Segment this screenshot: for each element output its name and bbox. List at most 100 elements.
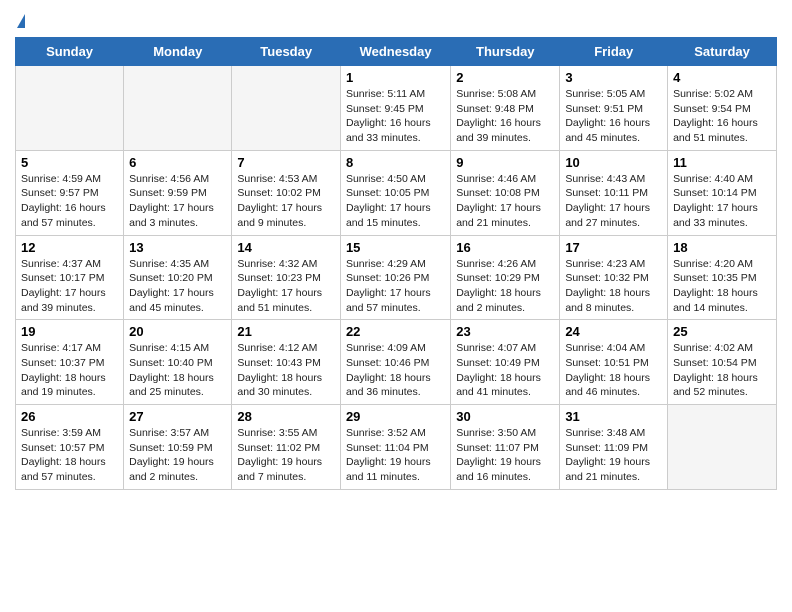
calendar-cell bbox=[16, 66, 124, 151]
day-info: Sunrise: 4:53 AMSunset: 10:02 PMDaylight… bbox=[237, 172, 335, 231]
day-info: Sunrise: 4:02 AMSunset: 10:54 PMDaylight… bbox=[673, 341, 771, 400]
day-info: Sunrise: 4:32 AMSunset: 10:23 PMDaylight… bbox=[237, 257, 335, 316]
calendar-header-row: SundayMondayTuesdayWednesdayThursdayFrid… bbox=[16, 38, 777, 66]
day-info: Sunrise: 4:15 AMSunset: 10:40 PMDaylight… bbox=[129, 341, 226, 400]
day-number: 25 bbox=[673, 324, 771, 339]
day-info: Sunrise: 3:48 AMSunset: 11:09 PMDaylight… bbox=[565, 426, 662, 485]
day-number: 12 bbox=[21, 240, 118, 255]
calendar-cell: 16 Sunrise: 4:26 AMSunset: 10:29 PMDaylig… bbox=[451, 235, 560, 320]
day-info: Sunrise: 4:07 AMSunset: 10:49 PMDaylight… bbox=[456, 341, 554, 400]
logo-triangle-icon bbox=[17, 14, 25, 28]
day-number: 23 bbox=[456, 324, 554, 339]
calendar-cell: 4 Sunrise: 5:02 AMSunset: 9:54 PMDaylight… bbox=[668, 66, 777, 151]
day-number: 31 bbox=[565, 409, 662, 424]
day-info: Sunrise: 3:55 AMSunset: 11:02 PMDaylight… bbox=[237, 426, 335, 485]
day-number: 26 bbox=[21, 409, 118, 424]
day-info: Sunrise: 4:20 AMSunset: 10:35 PMDaylight… bbox=[673, 257, 771, 316]
day-info: Sunrise: 4:37 AMSunset: 10:17 PMDaylight… bbox=[21, 257, 118, 316]
day-info: Sunrise: 5:08 AMSunset: 9:48 PMDaylight:… bbox=[456, 87, 554, 146]
calendar-table: SundayMondayTuesdayWednesdayThursdayFrid… bbox=[15, 37, 777, 490]
day-number: 14 bbox=[237, 240, 335, 255]
day-number: 10 bbox=[565, 155, 662, 170]
day-info: Sunrise: 5:05 AMSunset: 9:51 PMDaylight:… bbox=[565, 87, 662, 146]
day-number: 7 bbox=[237, 155, 335, 170]
day-info: Sunrise: 5:02 AMSunset: 9:54 PMDaylight:… bbox=[673, 87, 771, 146]
calendar-week-row: 19 Sunrise: 4:17 AMSunset: 10:37 PMDaylig… bbox=[16, 320, 777, 405]
calendar-cell: 21 Sunrise: 4:12 AMSunset: 10:43 PMDaylig… bbox=[232, 320, 341, 405]
calendar-cell: 23 Sunrise: 4:07 AMSunset: 10:49 PMDaylig… bbox=[451, 320, 560, 405]
calendar-week-row: 1Sunrise: 5:11 AMSunset: 9:45 PMDaylight… bbox=[16, 66, 777, 151]
day-number: 11 bbox=[673, 155, 771, 170]
day-number: 29 bbox=[346, 409, 445, 424]
calendar-cell: 28 Sunrise: 3:55 AMSunset: 11:02 PMDaylig… bbox=[232, 405, 341, 490]
day-info: Sunrise: 4:46 AMSunset: 10:08 PMDaylight… bbox=[456, 172, 554, 231]
day-number: 28 bbox=[237, 409, 335, 424]
calendar-cell: 11Sunrise: 4:40 AMSunset: 10:14 PMDaylig… bbox=[668, 150, 777, 235]
calendar-week-row: 26 Sunrise: 3:59 AMSunset: 10:57 PMDaylig… bbox=[16, 405, 777, 490]
day-number: 13 bbox=[129, 240, 226, 255]
calendar-day-header: Saturday bbox=[668, 38, 777, 66]
calendar-day-header: Thursday bbox=[451, 38, 560, 66]
day-number: 17 bbox=[565, 240, 662, 255]
day-info: Sunrise: 4:26 AMSunset: 10:29 PMDaylight… bbox=[456, 257, 554, 316]
header bbox=[15, 10, 777, 29]
day-info: Sunrise: 4:09 AMSunset: 10:46 PMDaylight… bbox=[346, 341, 445, 400]
calendar-cell: 3 Sunrise: 5:05 AMSunset: 9:51 PMDaylight… bbox=[560, 66, 668, 151]
calendar-day-header: Tuesday bbox=[232, 38, 341, 66]
day-number: 3 bbox=[565, 70, 662, 85]
calendar-cell: 26 Sunrise: 3:59 AMSunset: 10:57 PMDaylig… bbox=[16, 405, 124, 490]
calendar-cell: 5Sunrise: 4:59 AMSunset: 9:57 PMDaylight… bbox=[16, 150, 124, 235]
calendar-cell: 19 Sunrise: 4:17 AMSunset: 10:37 PMDaylig… bbox=[16, 320, 124, 405]
day-info: Sunrise: 4:17 AMSunset: 10:37 PMDaylight… bbox=[21, 341, 118, 400]
day-number: 20 bbox=[129, 324, 226, 339]
calendar-cell: 14 Sunrise: 4:32 AMSunset: 10:23 PMDaylig… bbox=[232, 235, 341, 320]
day-info: Sunrise: 4:56 AMSunset: 9:59 PMDaylight:… bbox=[129, 172, 226, 231]
day-number: 21 bbox=[237, 324, 335, 339]
day-number: 6 bbox=[129, 155, 226, 170]
day-info: Sunrise: 4:43 AMSunset: 10:11 PMDaylight… bbox=[565, 172, 662, 231]
calendar-day-header: Wednesday bbox=[340, 38, 450, 66]
calendar-cell bbox=[668, 405, 777, 490]
day-info: Sunrise: 4:35 AMSunset: 10:20 PMDaylight… bbox=[129, 257, 226, 316]
calendar-cell: 27 Sunrise: 3:57 AMSunset: 10:59 PMDaylig… bbox=[124, 405, 232, 490]
calendar-cell: 18 Sunrise: 4:20 AMSunset: 10:35 PMDaylig… bbox=[668, 235, 777, 320]
day-number: 8 bbox=[346, 155, 445, 170]
day-info: Sunrise: 3:52 AMSunset: 11:04 PMDaylight… bbox=[346, 426, 445, 485]
calendar-cell: 2 Sunrise: 5:08 AMSunset: 9:48 PMDaylight… bbox=[451, 66, 560, 151]
logo bbox=[15, 10, 25, 29]
calendar-cell: 12 Sunrise: 4:37 AMSunset: 10:17 PMDaylig… bbox=[16, 235, 124, 320]
calendar-cell: 17 Sunrise: 4:23 AMSunset: 10:32 PMDaylig… bbox=[560, 235, 668, 320]
calendar-week-row: 12 Sunrise: 4:37 AMSunset: 10:17 PMDaylig… bbox=[16, 235, 777, 320]
calendar-cell: 15 Sunrise: 4:29 AMSunset: 10:26 PMDaylig… bbox=[340, 235, 450, 320]
calendar-cell: 31 Sunrise: 3:48 AMSunset: 11:09 PMDaylig… bbox=[560, 405, 668, 490]
calendar-cell bbox=[232, 66, 341, 151]
day-number: 19 bbox=[21, 324, 118, 339]
calendar-day-header: Monday bbox=[124, 38, 232, 66]
calendar-cell: 29 Sunrise: 3:52 AMSunset: 11:04 PMDaylig… bbox=[340, 405, 450, 490]
calendar-day-header: Sunday bbox=[16, 38, 124, 66]
day-info: Sunrise: 4:23 AMSunset: 10:32 PMDaylight… bbox=[565, 257, 662, 316]
day-number: 16 bbox=[456, 240, 554, 255]
day-info: Sunrise: 4:29 AMSunset: 10:26 PMDaylight… bbox=[346, 257, 445, 316]
day-number: 15 bbox=[346, 240, 445, 255]
day-number: 9 bbox=[456, 155, 554, 170]
day-info: Sunrise: 3:59 AMSunset: 10:57 PMDaylight… bbox=[21, 426, 118, 485]
calendar-cell: 20 Sunrise: 4:15 AMSunset: 10:40 PMDaylig… bbox=[124, 320, 232, 405]
calendar-cell: 8 Sunrise: 4:50 AMSunset: 10:05 PMDayligh… bbox=[340, 150, 450, 235]
day-info: Sunrise: 3:50 AMSunset: 11:07 PMDaylight… bbox=[456, 426, 554, 485]
day-info: Sunrise: 4:12 AMSunset: 10:43 PMDaylight… bbox=[237, 341, 335, 400]
day-info: Sunrise: 3:57 AMSunset: 10:59 PMDaylight… bbox=[129, 426, 226, 485]
day-info: Sunrise: 4:50 AMSunset: 10:05 PMDaylight… bbox=[346, 172, 445, 231]
day-info: Sunrise: 5:11 AMSunset: 9:45 PMDaylight:… bbox=[346, 87, 445, 146]
day-number: 24 bbox=[565, 324, 662, 339]
day-number: 4 bbox=[673, 70, 771, 85]
day-number: 18 bbox=[673, 240, 771, 255]
day-number: 2 bbox=[456, 70, 554, 85]
calendar-cell: 25 Sunrise: 4:02 AMSunset: 10:54 PMDaylig… bbox=[668, 320, 777, 405]
day-number: 30 bbox=[456, 409, 554, 424]
day-number: 27 bbox=[129, 409, 226, 424]
calendar-cell: 1Sunrise: 5:11 AMSunset: 9:45 PMDaylight… bbox=[340, 66, 450, 151]
calendar-cell: 10 Sunrise: 4:43 AMSunset: 10:11 PMDaylig… bbox=[560, 150, 668, 235]
calendar-cell: 30 Sunrise: 3:50 AMSunset: 11:07 PMDaylig… bbox=[451, 405, 560, 490]
calendar-cell: 7 Sunrise: 4:53 AMSunset: 10:02 PMDayligh… bbox=[232, 150, 341, 235]
